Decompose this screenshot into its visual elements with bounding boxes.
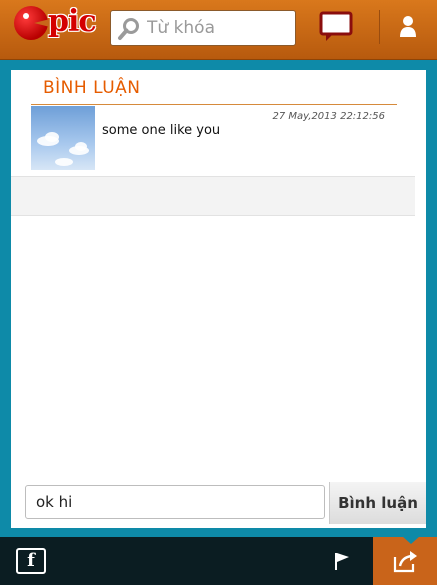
comment-list-footer xyxy=(11,176,415,216)
comment-date: 27 May,2013 22:12:56 xyxy=(272,111,385,122)
comments-title: BÌNH LUẬN xyxy=(43,78,141,98)
submit-comment-button[interactable]: Bình luận xyxy=(329,482,426,524)
comment-item: 27 May,2013 22:12:56 some one like you xyxy=(31,106,397,170)
user-icon[interactable] xyxy=(392,12,424,42)
chat-bubble-icon[interactable] xyxy=(318,10,354,44)
share-tab-notch xyxy=(393,528,429,544)
comment-input[interactable] xyxy=(25,485,325,519)
title-divider xyxy=(31,104,397,105)
search-input[interactable] xyxy=(147,15,292,41)
bottom-bar: f xyxy=(0,537,437,585)
avatar xyxy=(31,106,95,170)
comment-text: some one like you xyxy=(102,123,221,138)
share-icon xyxy=(393,551,417,573)
comments-panel: BÌNH LUẬN 27 May,2013 22:12:56 some one … xyxy=(11,70,426,528)
logo-text: pic xyxy=(48,4,97,39)
top-bar: pic xyxy=(0,0,437,60)
share-button[interactable] xyxy=(373,528,437,585)
facebook-icon[interactable]: f xyxy=(16,548,46,574)
header-divider xyxy=(379,10,380,44)
search-box[interactable] xyxy=(110,10,296,46)
flag-icon[interactable] xyxy=(332,551,352,571)
search-icon xyxy=(118,18,139,40)
logo-mark xyxy=(14,6,48,40)
epic-logo[interactable]: pic xyxy=(14,4,100,48)
